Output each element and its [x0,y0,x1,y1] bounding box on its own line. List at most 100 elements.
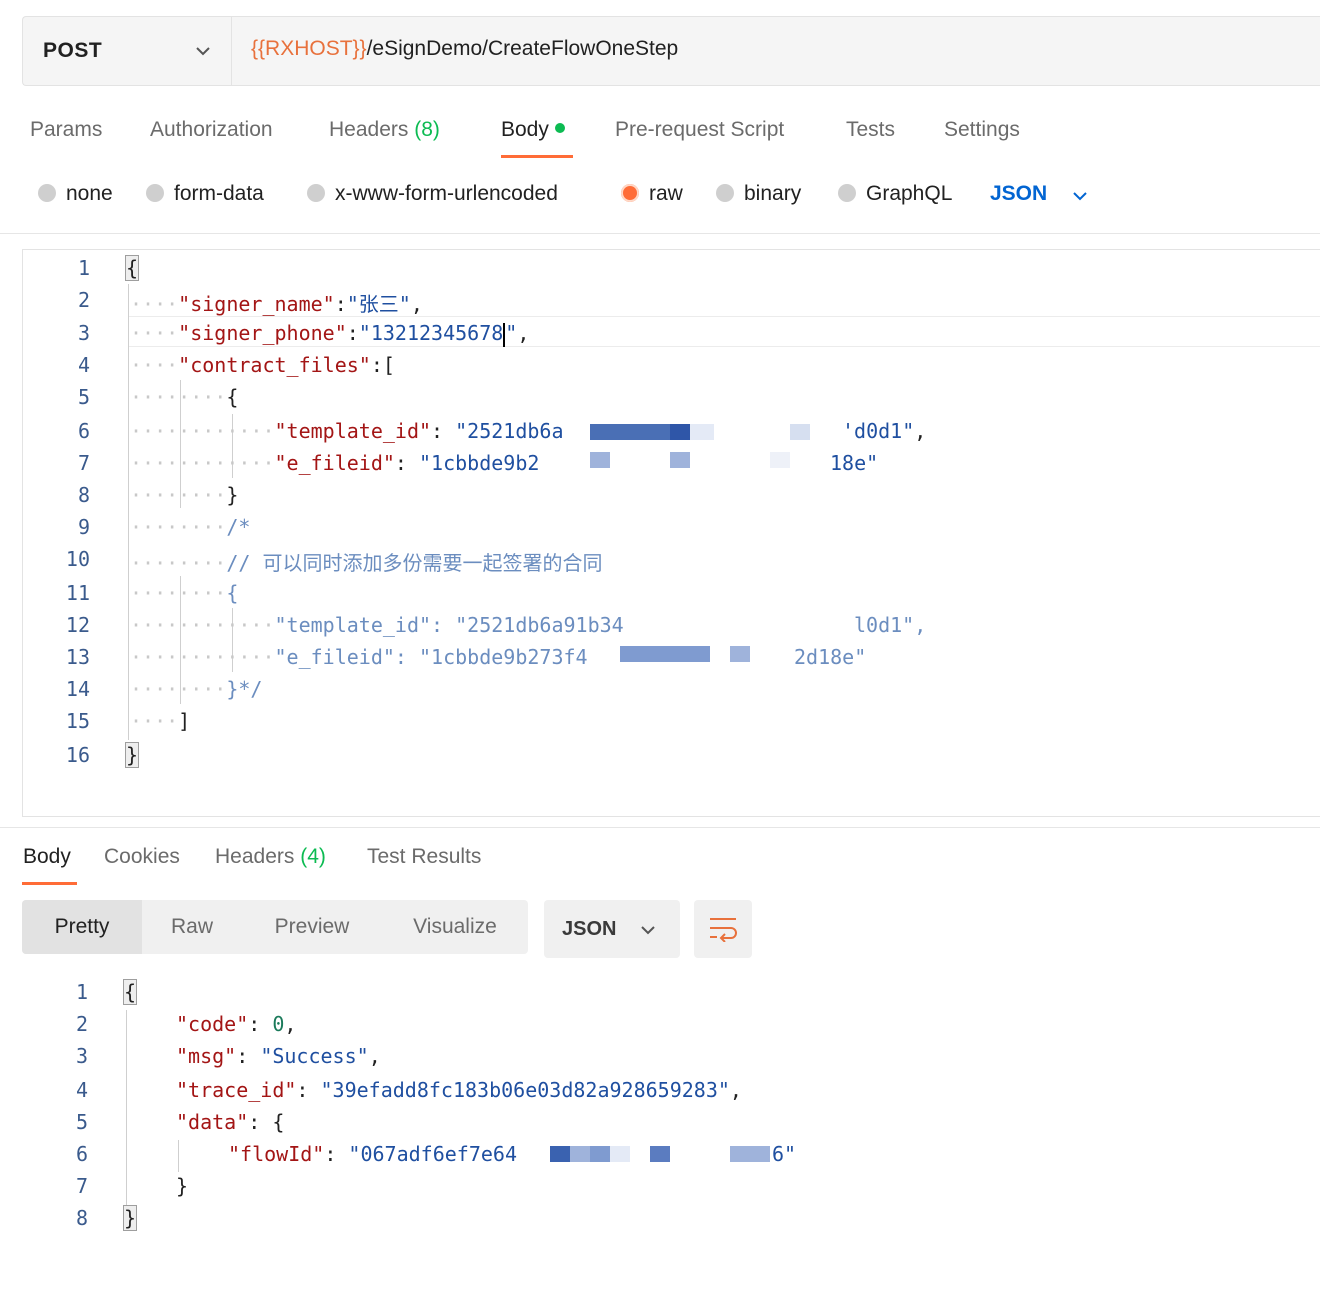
json-string: 6" [772,1142,797,1166]
tab-params[interactable]: Params [30,118,102,142]
divider [0,233,1320,234]
active-tab-indicator [22,882,77,885]
view-preview-button[interactable]: Preview [252,900,372,954]
tab-tests[interactable]: Tests [846,118,895,142]
json-key: "template_id" [274,419,432,443]
response-tab-test-results[interactable]: Test Results [367,845,481,869]
view-visualize-button[interactable]: Visualize [392,900,518,954]
response-format-selector[interactable]: JSON [544,900,680,958]
json-key: "data" [176,1110,249,1134]
code-comment: "template_id" [274,613,432,637]
code-comment: // 可以同时添加多份需要一起签署的合同 [226,551,603,575]
line-number: 3 [75,1044,88,1068]
code-line: { [122,979,138,1005]
radio-icon [146,184,164,203]
json-bracket: ] [178,709,191,733]
radio-urlencoded-label: x-www-form-urlencoded [335,182,558,205]
line-number: 2 [75,1012,88,1036]
matched-brace: } [122,1205,138,1231]
tab-body[interactable]: Body [501,118,565,142]
method-selector[interactable]: POST [23,17,232,85]
method-label: POST [43,39,103,62]
code-line-tail: 6" [772,1142,796,1166]
radio-binary[interactable]: binary [716,182,801,206]
line-number: 13 [65,645,90,669]
code-line-tail: 'd0d1", [842,419,927,443]
chevron-down-icon[interactable] [1070,186,1090,206]
matched-brace: { [124,255,140,281]
json-string: "1cbbde9b2 [419,451,540,475]
radio-urlencoded[interactable]: x-www-form-urlencoded [307,182,558,206]
code-comment: }*/ [226,677,263,701]
view-pretty-button[interactable]: Pretty [22,900,142,954]
json-key: "flowId" [228,1142,325,1166]
code-line: } [176,1174,188,1198]
line-number: 14 [65,677,90,701]
tab-settings[interactable]: Settings [944,118,1020,142]
code-line: ············"e_fileid": "1cbbde9b2 [130,451,540,475]
line-number: 1 [75,980,88,1004]
line-number: 6 [77,419,90,443]
response-tab-headers-count: (4) [300,845,326,868]
radio-form-data[interactable]: form-data [146,182,264,206]
response-tab-body[interactable]: Body [23,845,71,869]
code-line: ········{ [130,581,239,605]
code-line: ············"template_id": "2521db6a91b3… [130,613,624,637]
code-line: "code": 0, [176,1012,297,1036]
json-number: 0 [272,1012,285,1036]
code-line-tail: 18e" [830,451,878,475]
redaction-blur [550,1146,570,1162]
radio-icon [838,184,856,203]
code-line-tail: l0d1", [854,613,927,637]
radio-raw-label: raw [649,182,683,205]
redaction-blur [770,452,790,468]
radio-graphql[interactable]: GraphQL [838,182,952,206]
wrap-lines-icon [710,918,737,942]
indent-guide [128,284,129,740]
line-number: 6 [75,1142,88,1166]
chevron-down-icon [196,47,210,56]
code-line: ········} [130,483,239,507]
radio-icon [38,184,56,203]
response-format-label: JSON [562,918,617,940]
radio-form-data-label: form-data [174,182,264,205]
json-key: "signer_phone" [178,321,347,345]
radio-none[interactable]: none [38,182,113,206]
active-tab-indicator [501,155,573,158]
code-line: "msg": "Success", [176,1044,381,1068]
tab-pre-request-script[interactable]: Pre-request Script [615,118,784,142]
json-key: "e_fileid" [274,451,395,475]
json-bracket: [ [382,353,395,377]
tab-authorization[interactable]: Authorization [150,118,273,142]
radio-binary-label: binary [744,182,802,205]
code-line: ····"signer_name":"张三", [130,292,423,316]
redaction-blur [790,424,810,440]
code-line: ····"contract_files":[ [130,353,395,377]
redaction-blur [590,424,670,440]
code-comment: "e_fileid" [274,645,395,669]
code-line: { [124,255,140,281]
view-raw-button[interactable]: Raw [142,900,242,954]
radio-raw[interactable]: raw [621,182,683,206]
json-string: "2521db6a [455,419,564,443]
response-tab-headers[interactable]: Headers (4) [215,845,326,869]
json-brace: } [226,483,239,507]
radio-selected-icon [621,184,639,203]
response-tab-cookies[interactable]: Cookies [104,845,180,869]
line-number: 2 [77,288,90,312]
code-comment: { [226,581,239,605]
wrap-lines-button[interactable] [694,900,752,958]
indent-guide [126,1010,127,1206]
line-number: 11 [65,581,90,605]
divider [0,827,1320,828]
url-input[interactable]: {{RXHOST}}/eSignDemo/CreateFlowOneStep [251,37,678,61]
line-number: 7 [77,451,90,475]
code-comment: /* [226,515,251,539]
redaction-blur [730,646,750,662]
tab-headers[interactable]: Headers (8) [329,118,440,142]
code-line: ········/* [130,515,251,539]
json-string: "13212345678 [358,321,504,345]
body-format-selector[interactable]: JSON [990,182,1047,206]
json-string: "39efadd8fc183b06e03d82a928659283" [320,1078,730,1102]
json-key: "code" [176,1012,249,1036]
